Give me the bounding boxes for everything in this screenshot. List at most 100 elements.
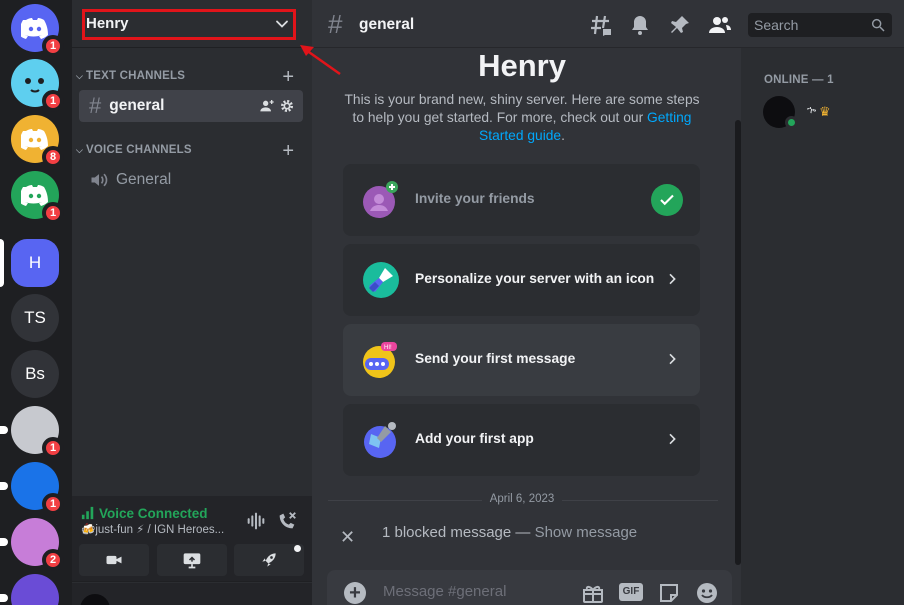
unread-dot	[0, 482, 8, 490]
emoji-icon[interactable]	[695, 581, 719, 605]
first-message-card[interactable]: HI! Send your first message	[343, 324, 700, 396]
gif-button[interactable]: GIF	[619, 583, 643, 601]
unread-dot	[0, 426, 8, 434]
add-attachment-plus-icon[interactable]: +	[344, 582, 366, 604]
channel-sidebar: Henry ⌵ TEXT CHANNELS + # general ⌵ VOIC…	[72, 0, 312, 605]
blocked-text: 1 blocked message —	[382, 524, 535, 541]
create-channel-plus-icon[interactable]: +	[282, 67, 294, 87]
server-icon-3[interactable]: 8	[11, 115, 64, 168]
unread-badge: 1	[42, 493, 64, 515]
chevron-right-icon	[669, 433, 676, 445]
server-icon-6[interactable]: TS	[11, 294, 59, 342]
add-app-icon	[364, 422, 396, 458]
card-label: Personalize your server with an icon	[415, 271, 655, 286]
voice-channels-category[interactable]: ⌵ VOICE CHANNELS	[76, 144, 192, 156]
chevron-right-icon	[669, 353, 676, 365]
channel-name: general	[109, 97, 165, 114]
create-voice-channel-plus-icon[interactable]: +	[282, 141, 294, 161]
unread-badge: 1	[42, 202, 64, 224]
add-app-card[interactable]: Add your first app	[343, 404, 700, 476]
server-name[interactable]: Henry	[86, 15, 129, 32]
paint-brush-icon	[363, 262, 399, 298]
category-label: VOICE CHANNELS	[86, 144, 192, 156]
search-icon	[871, 18, 885, 32]
server-icon-1[interactable]: 1	[11, 4, 64, 57]
personalize-icon-card[interactable]: Personalize your server with an icon	[343, 244, 700, 316]
card-label: Add your first app	[415, 431, 534, 446]
channel-item-general[interactable]: # general	[79, 90, 303, 122]
gift-icon[interactable]	[581, 581, 605, 605]
show-message-link[interactable]: Show message	[535, 524, 638, 541]
server-icon-11[interactable]	[11, 574, 59, 605]
voice-connected-title[interactable]: Voice Connected	[99, 506, 208, 521]
server-icon-7[interactable]: Bs	[11, 350, 59, 398]
screen-share-button[interactable]	[157, 544, 227, 576]
gear-icon[interactable]	[279, 98, 295, 114]
server-icon-10[interactable]: 2	[11, 518, 64, 571]
search-placeholder: Search	[754, 17, 799, 33]
unread-badge: 1	[42, 35, 64, 57]
category-label: TEXT CHANNELS	[86, 70, 186, 82]
disconnect-call-icon[interactable]	[276, 510, 298, 532]
card-label: Send your first message	[415, 351, 576, 366]
member-list: ONLINE — 1 ኈ ♛	[741, 48, 904, 605]
voice-connected-channel[interactable]: 🍻just-fun ⚡ / IGN Heroes...	[81, 522, 231, 536]
noise-suppression-icon[interactable]	[245, 510, 267, 532]
member-list-icon[interactable]	[708, 13, 732, 37]
unread-badge: 2	[42, 549, 64, 571]
discord-logo-icon	[21, 185, 48, 206]
blocked-message-notice: 1 blocked message — Show message	[382, 524, 637, 541]
server-header[interactable]: Henry	[72, 0, 312, 48]
rocket-icon	[262, 553, 276, 567]
date-label: April 6, 2023	[312, 493, 732, 505]
svg-text:HI!: HI!	[384, 345, 392, 351]
crown-icon: ♛	[819, 104, 831, 119]
completed-check-icon	[651, 184, 683, 216]
sticker-icon[interactable]	[657, 581, 681, 605]
video-camera-icon	[106, 555, 122, 565]
camera-button[interactable]	[79, 544, 149, 576]
signal-bars-icon[interactable]	[81, 506, 95, 520]
avatar[interactable]	[80, 594, 110, 605]
server-initials: Bs	[25, 364, 45, 383]
invite-friends-card[interactable]: Invite your friends	[343, 164, 700, 236]
channel-header: # general Search	[312, 0, 904, 48]
text-channel-hash-icon: #	[89, 93, 102, 118]
chevron-down-icon: ⌵	[76, 144, 84, 155]
close-icon[interactable]: ✕	[340, 527, 355, 548]
speaker-icon	[91, 173, 108, 187]
message-input[interactable]: Message #general	[383, 583, 506, 600]
invite-friends-icon	[363, 181, 398, 218]
server-icon-8[interactable]: 1	[11, 406, 64, 459]
welcome-description: This is your brand new, shiny server. He…	[342, 91, 702, 145]
card-label: Invite your friends	[415, 191, 535, 206]
discord-logo-icon	[21, 129, 48, 150]
welcome-text-end: .	[561, 128, 565, 143]
server-icon-2[interactable]: 1	[11, 59, 64, 112]
voice-channel-general[interactable]: General	[79, 164, 303, 196]
chat-bubble-icon: HI!	[363, 342, 397, 378]
message-composer: + Message #general GIF	[327, 570, 732, 605]
chevron-down-icon[interactable]	[272, 14, 292, 34]
server-icon-9[interactable]: 1	[11, 462, 64, 515]
channel-name: General	[116, 171, 172, 188]
pin-icon[interactable]	[668, 13, 692, 37]
server-icon-4[interactable]: 1	[11, 171, 64, 224]
server-initials: TS	[24, 308, 46, 327]
text-channels-category[interactable]: ⌵ TEXT CHANNELS	[76, 70, 185, 82]
create-invite-icon[interactable]	[259, 98, 275, 114]
member-name[interactable]: ኈ	[807, 105, 816, 116]
notification-dot	[294, 545, 301, 552]
unread-badge: 1	[42, 437, 64, 459]
screen-share-icon	[183, 553, 201, 569]
search-input[interactable]: Search	[748, 13, 892, 37]
online-status-icon	[785, 116, 798, 129]
server-icon-5[interactable]: H	[11, 239, 59, 287]
selected-server-pill	[0, 239, 4, 287]
user-panel	[72, 583, 312, 605]
unread-dot	[0, 538, 8, 546]
discord-app: 1 1 8 1 H TS Bs 1 1 2 Henry ⌵ TEXT CHANNELS + # g…	[0, 0, 904, 605]
threads-icon[interactable]	[589, 13, 613, 37]
bell-icon[interactable]	[628, 13, 652, 37]
voice-connected-panel: Voice Connected 🍻just-fun ⚡ / IGN Heroes…	[72, 496, 312, 582]
